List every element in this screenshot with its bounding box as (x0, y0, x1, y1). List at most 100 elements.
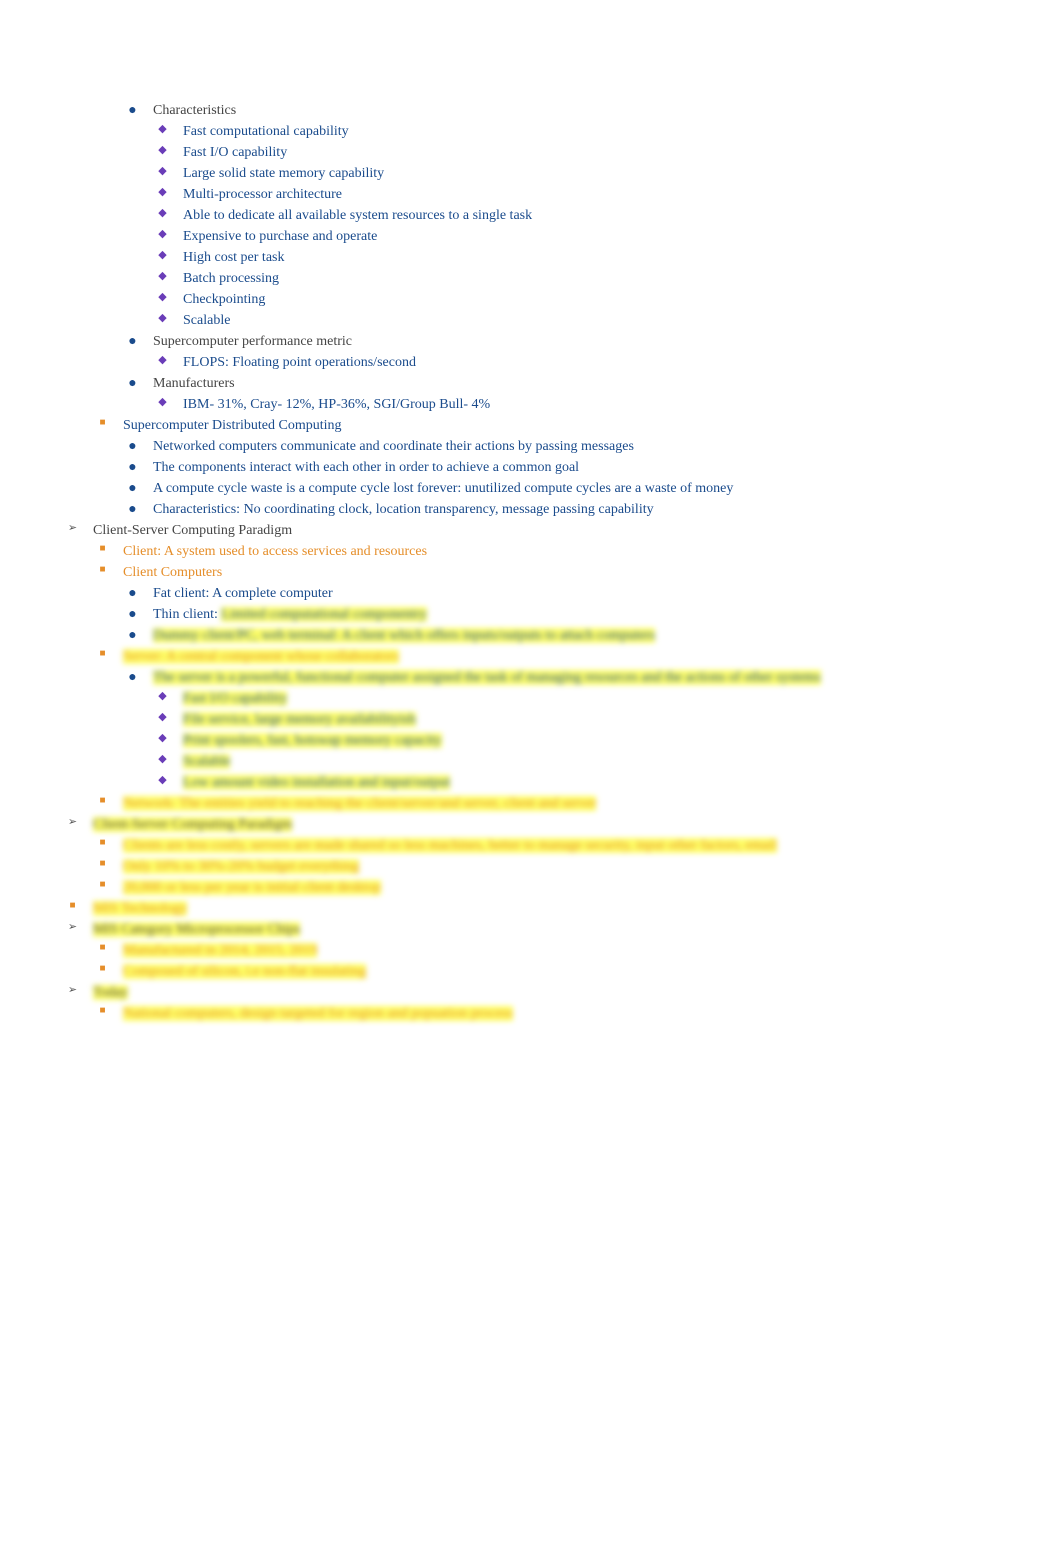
bullet-icon: ➢ (60, 982, 85, 999)
list-item: ■Clients are less costly, servers are ma… (60, 835, 1002, 856)
list-item-text: Networked computers communicate and coor… (145, 436, 1002, 457)
text-content: National computers, design targeted for … (123, 1006, 513, 1021)
text-content: Network: The entities yield to reaching … (123, 796, 596, 811)
list-item: ◆ Print spoolers, fast, hotswap memory ca… (60, 730, 1002, 751)
list-item-text: Characteristics (145, 100, 1002, 121)
list-item-text: Client: A system used to access services… (115, 541, 1002, 562)
text-content: Manufactured in 2014, 2015, 2019 (123, 943, 317, 958)
bullet-icon: ◆ (150, 289, 175, 306)
list-item: ◆ Fast I/O capability (60, 688, 1002, 709)
list-item: ●Characteristics: No coordinating clock,… (60, 499, 1002, 520)
bullet-icon: ➢ (60, 520, 85, 537)
bullet-icon: ◆ (150, 268, 175, 285)
text-content: Fast I/O capability (183, 145, 287, 160)
list-item-text: Supercomputer performance metric (145, 331, 1002, 352)
list-item-text: FLOPS: Floating point operations/second (175, 352, 1002, 373)
list-item: ●Thin client: Limited computational comp… (60, 604, 1002, 625)
text-content: Characteristics (153, 103, 236, 118)
bullet-icon: ■ (60, 898, 85, 913)
bullet-icon: ● (120, 667, 145, 688)
document-root: ●Characteristics◆Fast computational capa… (60, 100, 1002, 1024)
list-item: ◆Large solid state memory capability (60, 163, 1002, 184)
list-item-text: Composed of silicon, i.e non-flat insula… (115, 961, 1002, 982)
list-item-text: A compute cycle waste is a compute cycle… (145, 478, 1002, 499)
list-item: ➢MIS Category Microprocessor Chips (60, 919, 1002, 940)
text-content: Multi-processor architecture (183, 187, 342, 202)
list-item: ➢Client-Server Computing Paradigm (60, 814, 1002, 835)
bullet-icon: ◆ (150, 751, 175, 768)
bullet-icon: ◆ (150, 709, 175, 726)
text-content: Print spoolers, fast, hotswap memory cap… (183, 733, 442, 748)
list-item: ◆Fast computational capability (60, 121, 1002, 142)
bullet-icon: ◆ (150, 772, 175, 789)
list-item: ● Manufacturers (60, 373, 1002, 394)
list-item: ◆IBM- 31%, Cray- 12%, HP-36%, SGI/Group … (60, 394, 1002, 415)
list-item-text: Characteristics: No coordinating clock, … (145, 499, 1002, 520)
list-item-text: Multi-processor architecture (175, 184, 1002, 205)
list-item: ■Server: A central component whose colla… (60, 646, 1002, 667)
text-content: Manufacturers (153, 376, 235, 391)
list-item-text: Fast computational capability (175, 121, 1002, 142)
list-item-text: Batch processing (175, 268, 1002, 289)
list-item-text: Manufactured in 2014, 2015, 2019 (115, 940, 1002, 961)
text-content: Client-Server Computing Paradigm (93, 523, 292, 538)
text-content: Fast computational capability (183, 124, 349, 139)
list-item-text: Scalable (175, 310, 1002, 331)
list-item-text: Client-Server Computing Paradigm (85, 520, 1002, 541)
list-item-text: Thin client: Limited computational compo… (145, 604, 1002, 625)
list-item-text: Only 10% to 30%-20% budget everything (115, 856, 1002, 877)
list-item: ■ Composed of silicon, i.e non-flat insul… (60, 961, 1002, 982)
text-content: Characteristics: No coordinating clock, … (153, 502, 654, 517)
bullet-icon: ■ (90, 961, 115, 976)
bullet-icon: ■ (90, 415, 115, 430)
list-item-text: Supercomputer Distributed Computing (115, 415, 1002, 436)
list-item: ●Supercomputer performance metric (60, 331, 1002, 352)
text-content: MIS Technology (93, 901, 187, 916)
bullet-icon: ■ (90, 793, 115, 808)
list-item-text: Server: A central component whose collab… (115, 646, 1002, 667)
list-item: ■Client Computers (60, 562, 1002, 583)
bullet-icon: ● (120, 100, 145, 121)
bullet-icon: ● (120, 331, 145, 352)
bullet-icon: ◆ (150, 688, 175, 705)
bullet-icon: ■ (90, 1003, 115, 1018)
list-item: ◆ Scalable (60, 751, 1002, 772)
list-item-text: Network: The entities yield to reaching … (115, 793, 1002, 814)
list-item-text: High cost per task (175, 247, 1002, 268)
list-item: ■20,000 or less per year is initial clie… (60, 877, 1002, 898)
list-item-text: Client Computers (115, 562, 1002, 583)
text-content: A compute cycle waste is a compute cycle… (153, 481, 733, 496)
list-item: ◆ Batch processing (60, 268, 1002, 289)
list-item-text: Large solid state memory capability (175, 163, 1002, 184)
bullet-icon: ◆ (150, 205, 175, 222)
bullet-icon: ◆ (150, 247, 175, 264)
list-item-text: Today (85, 982, 1002, 1003)
list-item: ◆Scalable (60, 310, 1002, 331)
list-item: ■Client: A system used to access service… (60, 541, 1002, 562)
text-content: Server: A central component whose collab… (123, 649, 399, 664)
text-content: Fast I/O capability (183, 691, 287, 706)
list-item-text: Fast I/O capability (175, 688, 1002, 709)
bullet-icon: ◆ (150, 730, 175, 747)
text-content: Composed of silicon, i.e non-flat insula… (123, 964, 366, 979)
text-content: Supercomputer Distributed Computing (123, 418, 342, 433)
bullet-icon: ■ (90, 541, 115, 556)
text-content: Batch processing (183, 271, 279, 286)
text-content: FLOPS: Floating point operations/second (183, 355, 416, 370)
bullet-icon: ● (120, 604, 145, 625)
text-content: Only 10% to 30%-20% budget everything (123, 859, 359, 874)
bullet-icon: ◆ (150, 142, 175, 159)
text-content: Scalable (183, 754, 230, 769)
bullet-icon: ● (120, 478, 145, 499)
bullet-icon: ◆ (150, 394, 175, 411)
list-item-text: 20,000 or less per year is initial clien… (115, 877, 1002, 898)
list-item-text: The components interact with each other … (145, 457, 1002, 478)
list-item-text: Clients are less costly, servers are mad… (115, 835, 1002, 856)
bullet-icon: ■ (90, 877, 115, 892)
list-item: ◆High cost per task (60, 247, 1002, 268)
list-item-text: IBM- 31%, Cray- 12%, HP-36%, SGI/Group B… (175, 394, 1002, 415)
text-content: Today (93, 985, 128, 1000)
bullet-icon: ● (120, 373, 145, 394)
list-item-text: The server is a powerful, functional com… (145, 667, 1002, 688)
list-item: ■ Network: The entities yield to reaching… (60, 793, 1002, 814)
